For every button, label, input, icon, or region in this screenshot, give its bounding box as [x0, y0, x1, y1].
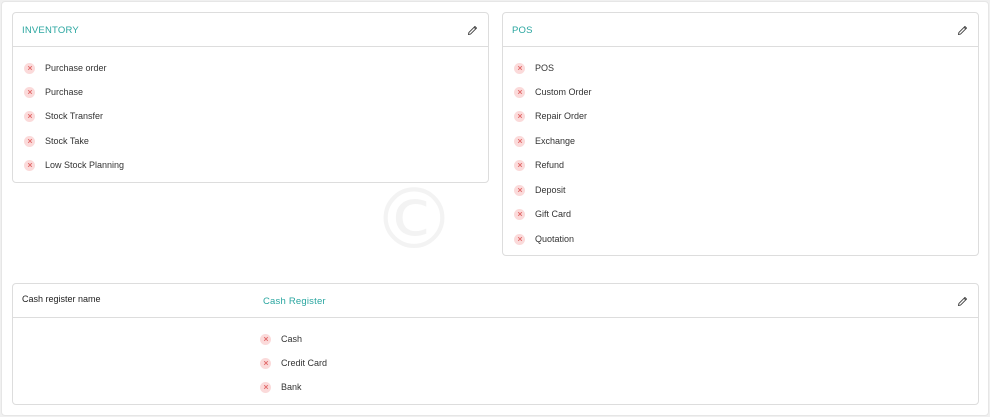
list-item: Stock Take	[24, 133, 89, 149]
inventory-edit-button[interactable]	[465, 23, 479, 37]
item-label: Purchase	[45, 87, 84, 97]
list-item: Bank	[260, 379, 302, 395]
remove-button[interactable]	[260, 357, 271, 369]
close-icon	[517, 162, 522, 168]
cash-register-title: Cash Register	[263, 296, 326, 307]
remove-button[interactable]	[514, 110, 525, 122]
close-icon	[27, 65, 32, 71]
pencil-icon	[957, 25, 967, 35]
item-label: Cash	[281, 334, 303, 344]
remove-button[interactable]	[514, 135, 525, 147]
list-item: Gift Card	[514, 206, 571, 222]
item-label: Credit Card	[281, 358, 328, 368]
inventory-card-header: INVENTORY	[13, 13, 488, 47]
item-label: Custom Order	[535, 87, 592, 97]
close-icon	[517, 89, 522, 95]
cash-register-name-label: Cash register name	[22, 294, 101, 304]
close-icon	[517, 65, 522, 71]
close-icon	[517, 236, 522, 242]
list-item: Credit Card	[260, 355, 327, 371]
close-icon	[27, 89, 32, 95]
close-icon	[263, 360, 268, 366]
close-icon	[263, 384, 268, 390]
close-icon	[27, 162, 32, 168]
inventory-card: INVENTORY Purchase order Purchase Stock …	[12, 12, 489, 183]
list-item: Repair Order	[514, 108, 587, 124]
remove-button[interactable]	[514, 159, 525, 171]
remove-button[interactable]	[24, 86, 35, 98]
list-item: Purchase	[24, 84, 83, 100]
remove-button[interactable]	[24, 62, 35, 74]
close-icon	[517, 113, 522, 119]
list-item: Custom Order	[514, 84, 592, 100]
pos-card-header: POS	[503, 13, 978, 47]
item-label: Exchange	[535, 136, 576, 146]
list-item: Stock Transfer	[24, 108, 103, 124]
remove-button[interactable]	[24, 159, 35, 171]
list-item: Purchase order	[24, 60, 107, 76]
item-label: Stock Take	[45, 136, 89, 146]
remove-button[interactable]	[514, 233, 525, 245]
item-label: Gift Card	[535, 209, 572, 219]
remove-button[interactable]	[260, 333, 271, 345]
item-label: Stock Transfer	[45, 111, 104, 121]
remove-button[interactable]	[24, 110, 35, 122]
item-label: POS	[535, 63, 555, 73]
item-label: Bank	[281, 382, 302, 392]
close-icon	[517, 138, 522, 144]
inventory-title: INVENTORY	[22, 25, 79, 36]
list-item: Quotation	[514, 231, 574, 247]
list-item: Low Stock Planning	[24, 157, 124, 173]
remove-button[interactable]	[514, 86, 525, 98]
item-label: Repair Order	[535, 111, 588, 121]
list-item: Exchange	[514, 133, 575, 149]
pos-title: POS	[512, 25, 533, 36]
close-icon	[27, 113, 32, 119]
pencil-icon	[957, 296, 967, 306]
list-item: Deposit	[514, 182, 566, 198]
remove-button[interactable]	[514, 62, 525, 74]
item-label: Low Stock Planning	[45, 160, 125, 170]
item-label: Refund	[535, 160, 565, 170]
pencil-icon	[467, 25, 477, 35]
cash-register-edit-button[interactable]	[955, 294, 969, 308]
item-label: Deposit	[535, 185, 566, 195]
list-item: Refund	[514, 157, 564, 173]
list-item: Cash	[260, 331, 302, 347]
cash-register-card: Cash register name Cash Register Cash Cr…	[12, 283, 979, 405]
cash-register-card-header: Cash register name Cash Register	[13, 284, 978, 318]
remove-button[interactable]	[514, 208, 525, 220]
remove-button[interactable]	[24, 135, 35, 147]
close-icon	[517, 211, 522, 217]
list-item: POS	[514, 60, 554, 76]
remove-button[interactable]	[514, 184, 525, 196]
pos-edit-button[interactable]	[955, 23, 969, 37]
close-icon	[263, 336, 268, 342]
remove-button[interactable]	[260, 381, 271, 393]
pos-card: POS POS Custom Order Repair Order Exchan…	[502, 12, 979, 256]
close-icon	[517, 187, 522, 193]
close-icon	[27, 138, 32, 144]
item-label: Purchase order	[45, 63, 107, 73]
item-label: Quotation	[535, 234, 575, 244]
